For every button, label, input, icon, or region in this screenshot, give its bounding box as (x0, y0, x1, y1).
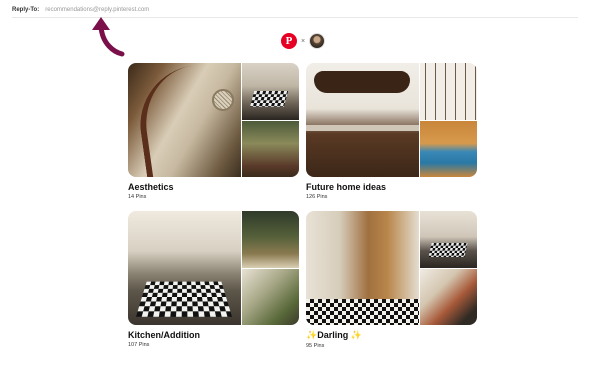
board-cover-image (128, 211, 241, 325)
board-cover-image (306, 63, 419, 177)
board-pin-count: 126 Pins (306, 194, 328, 200)
board-cover-image (128, 63, 241, 177)
board-thumb-image (242, 211, 299, 268)
board-thumb-image (242, 63, 299, 120)
board-thumb-image (420, 121, 477, 177)
board-image-collage[interactable] (128, 63, 299, 177)
pinterest-logo-icon[interactable]: P (281, 33, 297, 49)
board-card-darling[interactable]: ✨Darling ✨ 95 Pins (306, 211, 477, 349)
board-card-aesthetics[interactable]: Aesthetics 14 Pins (128, 63, 299, 200)
board-name[interactable]: ✨Darling ✨ (306, 330, 477, 341)
board-pin-count: 107 Pins (128, 342, 150, 348)
board-image-collage[interactable] (306, 211, 477, 325)
reply-to-address[interactable]: recommendations@reply.pinterest.com (45, 7, 149, 13)
user-avatar[interactable] (309, 33, 326, 49)
board-thumb-image (420, 211, 477, 268)
annotation-arrow-icon (92, 17, 125, 57)
board-thumb-image (420, 63, 477, 120)
reply-to-row: Reply-To: recommendations@reply.pinteres… (12, 4, 149, 16)
board-cover-image (306, 211, 419, 325)
board-image-collage[interactable] (128, 211, 299, 325)
board-name[interactable]: Aesthetics (128, 182, 299, 192)
board-name[interactable]: Future home ideas (306, 182, 477, 192)
board-card-future-home-ideas[interactable]: Future home ideas 126 Pins (306, 63, 477, 200)
brand-logos: P × (281, 33, 326, 49)
board-thumb-image (242, 269, 299, 325)
board-card-kitchen-addition[interactable]: Kitchen/Addition 107 Pins (128, 211, 299, 348)
board-name[interactable]: Kitchen/Addition (128, 330, 299, 340)
board-thumb-image (242, 121, 299, 177)
times-icon: × (301, 37, 306, 45)
board-pin-count: 95 Pins (306, 343, 325, 349)
board-image-collage[interactable] (306, 63, 477, 177)
reply-to-label: Reply-To: (12, 7, 40, 13)
board-pin-count: 14 Pins (128, 194, 147, 200)
board-thumb-image (420, 269, 477, 325)
